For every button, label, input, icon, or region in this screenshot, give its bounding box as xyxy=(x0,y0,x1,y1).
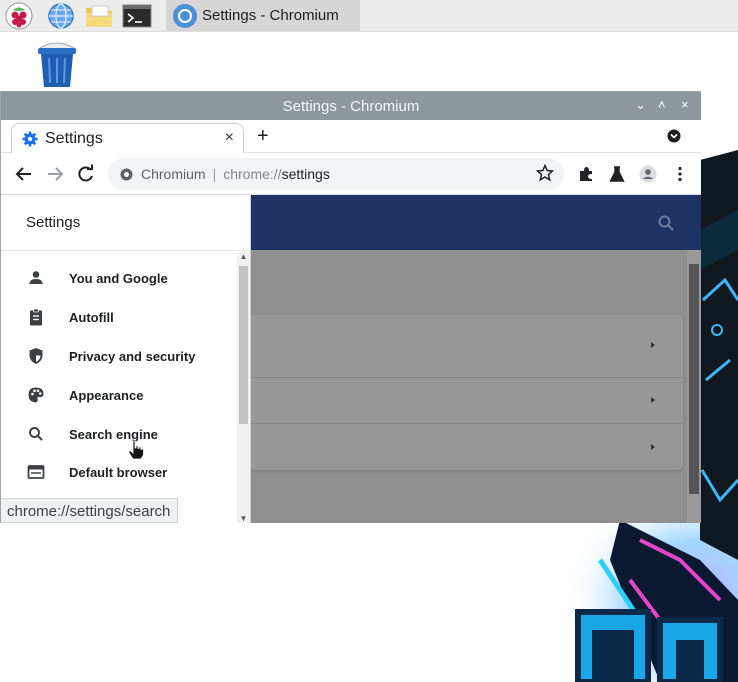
menu-item-autofill[interactable]: Autofill xyxy=(1,298,237,337)
web-browser-icon[interactable] xyxy=(46,2,76,30)
card-divider xyxy=(251,423,683,424)
menu-item-privacy-and-security[interactable]: Privacy and security xyxy=(1,337,237,376)
drawer-scrollbar[interactable]: ▲ ▼ xyxy=(237,252,250,523)
address-bar[interactable]: Chromium | chrome://settings xyxy=(108,158,564,190)
menu-item-appearance[interactable]: Appearance xyxy=(1,376,237,415)
menu-item-search-engine[interactable]: Search engine xyxy=(1,415,237,454)
profile-avatar-icon[interactable] xyxy=(639,165,657,183)
raspberry-menu-icon[interactable] xyxy=(4,2,34,30)
menu-item-label: You and Google xyxy=(69,271,168,286)
terminal-icon[interactable] xyxy=(122,2,152,30)
settings-header xyxy=(251,195,701,250)
drawer-title: Settings xyxy=(1,195,251,251)
shield-icon xyxy=(29,348,43,364)
forward-arrow-icon[interactable] xyxy=(44,163,66,185)
browser-window: Settings - Chromium ⌄ ˄ × Settings × + C… xyxy=(0,91,701,523)
settings-card xyxy=(251,315,683,470)
taskbar-chromium-task[interactable]: Settings - Chromium xyxy=(166,0,360,31)
omnibox-separator: | xyxy=(212,166,217,182)
menu-item-label: Default browser xyxy=(69,465,168,480)
window-title: Settings - Chromium xyxy=(282,98,420,115)
maximize-button[interactable]: ˄ xyxy=(658,97,666,112)
browser-toolbar: Chromium | chrome://settings xyxy=(1,153,701,195)
tab-strip: Settings × + xyxy=(1,120,701,153)
drawer-scrollbar-thumb[interactable] xyxy=(239,266,248,424)
tab-search-icon[interactable] xyxy=(667,129,681,143)
menu-item-you-and-google[interactable]: You and Google xyxy=(1,259,237,298)
menu-item-label: Privacy and security xyxy=(69,349,196,364)
browser-window-icon xyxy=(27,465,45,479)
minimize-button[interactable]: ⌄ xyxy=(635,97,646,113)
back-arrow-icon[interactable] xyxy=(13,163,35,185)
clipboard-icon xyxy=(30,308,42,326)
menu-item-default-browser[interactable]: Default browser xyxy=(1,453,237,492)
site-label: Chromium xyxy=(141,166,206,182)
gear-icon xyxy=(22,131,38,146)
menu-item-label: Appearance xyxy=(69,388,144,403)
card-divider xyxy=(251,377,683,378)
chevron-right-icon xyxy=(651,397,655,403)
labs-flask-icon[interactable] xyxy=(608,165,626,183)
close-window-button[interactable]: × xyxy=(681,97,689,112)
taskbar: Settings - Chromium xyxy=(0,0,738,32)
person-icon xyxy=(29,271,43,284)
link-status-bubble: chrome://settings/search xyxy=(1,498,179,523)
extensions-puzzle-icon[interactable] xyxy=(577,165,595,183)
reload-icon[interactable] xyxy=(75,163,97,185)
window-titlebar[interactable]: Settings - Chromium ⌄ ˄ × xyxy=(1,92,701,120)
scroll-down-arrow-icon[interactable]: ▼ xyxy=(239,514,248,523)
bookmark-star-icon[interactable] xyxy=(536,164,554,182)
search-icon xyxy=(29,427,43,441)
menu-item-label: Autofill xyxy=(69,310,114,325)
page-scrollbar[interactable] xyxy=(687,250,701,523)
menu-item-label: Search engine xyxy=(69,427,158,442)
settings-search-icon[interactable] xyxy=(657,214,675,232)
tab-settings[interactable]: Settings × xyxy=(11,123,244,153)
hand-pointer-cursor-icon xyxy=(128,440,144,460)
chromium-site-icon xyxy=(120,168,133,180)
trash-icon[interactable] xyxy=(34,40,80,88)
page-content: Settings You and Google Autofill Privacy… xyxy=(1,195,701,523)
settings-drawer: Settings You and Google Autofill Privacy… xyxy=(1,195,251,523)
chromium-icon xyxy=(173,3,197,28)
new-tab-button[interactable]: + xyxy=(257,125,269,148)
url-path: settings xyxy=(281,166,330,182)
page-scrollbar-thumb[interactable] xyxy=(689,264,699,494)
palette-icon xyxy=(28,387,44,403)
scroll-up-arrow-icon[interactable]: ▲ xyxy=(239,252,248,261)
tab-title: Settings xyxy=(45,129,103,147)
taskbar-task-label: Settings - Chromium xyxy=(202,7,339,24)
kebab-menu-icon[interactable] xyxy=(671,165,689,183)
chevron-right-icon xyxy=(651,444,655,450)
url-scheme: chrome:// xyxy=(223,166,282,182)
tab-close-button[interactable]: × xyxy=(225,129,234,147)
file-manager-icon[interactable] xyxy=(84,2,114,30)
chevron-right-icon xyxy=(651,342,655,348)
